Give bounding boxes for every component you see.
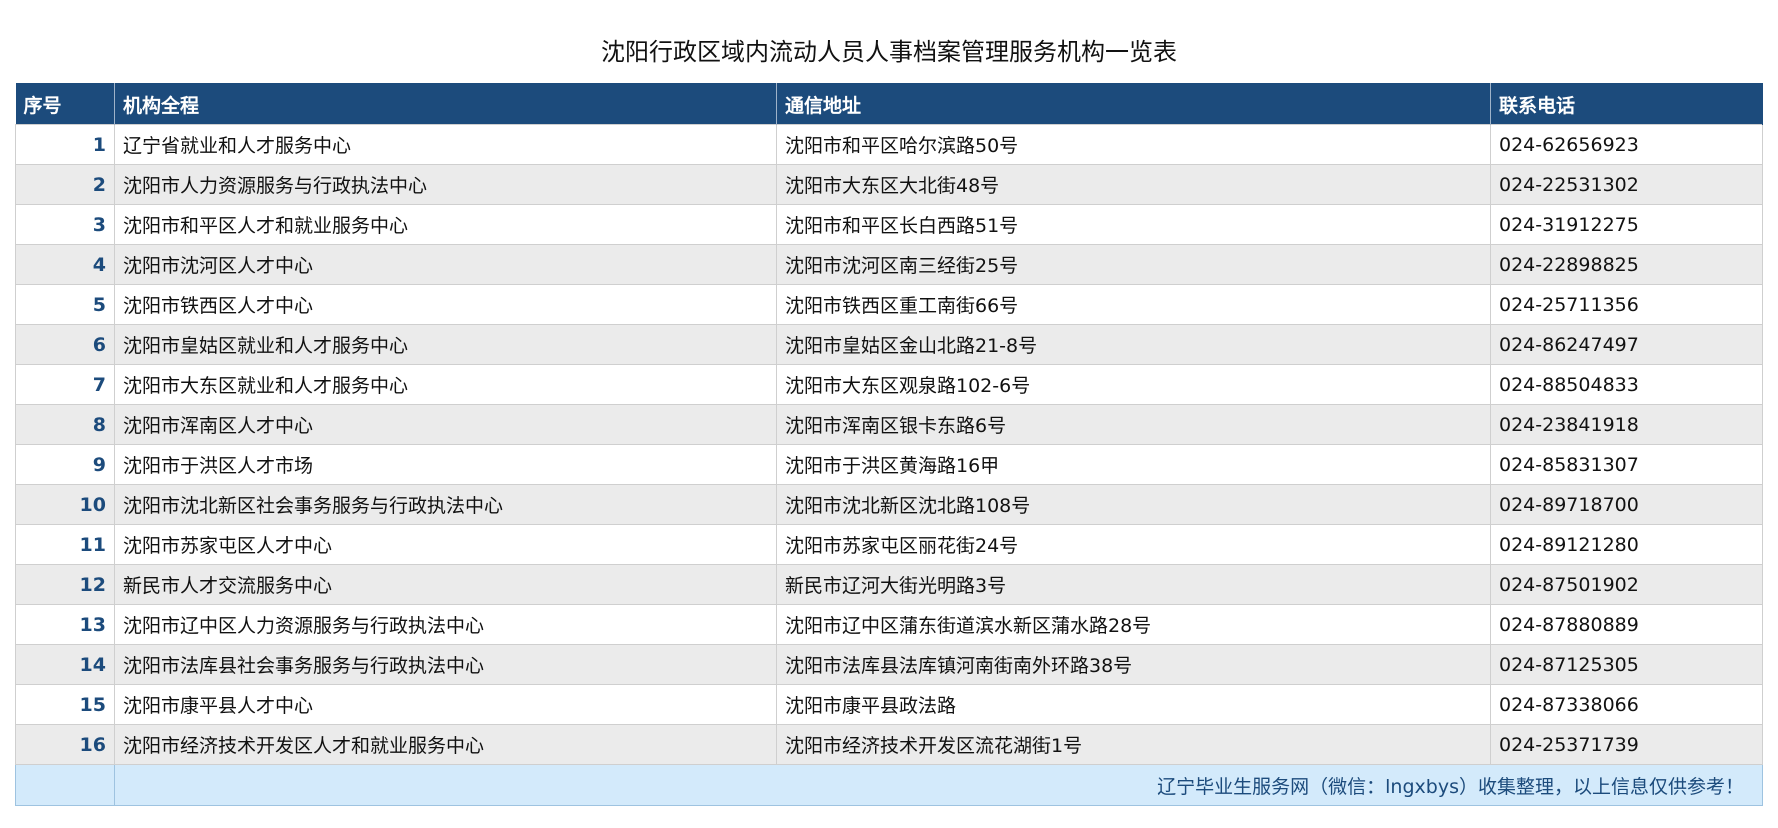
row-name: 沈阳市法库县社会事务服务与行政执法中心 [114,644,777,685]
table-row: 4 沈阳市沈河区人才中心 沈阳市沈河区南三经街25号 024-22898825 [15,244,1763,285]
row-index: 4 [15,244,115,285]
row-phone: 024-31912275 [1490,204,1763,245]
row-address: 沈阳市大东区大北街48号 [776,164,1491,205]
table-footer-row: 辽宁毕业生服务网（微信：lngxbys）收集整理，以上信息仅供参考！ [15,764,1763,806]
row-index: 12 [15,564,115,605]
page: 沈阳行政区域内流动人员人事档案管理服务机构一览表 序号 机构全程 通信地址 联系… [0,0,1778,828]
row-address: 沈阳市和平区哈尔滨路50号 [776,124,1491,165]
row-index: 7 [15,364,115,405]
row-phone: 024-87880889 [1490,604,1763,645]
row-address: 新民市辽河大街光明路3号 [776,564,1491,605]
row-phone: 024-87125305 [1490,644,1763,685]
table-body: 1 辽宁省就业和人才服务中心 沈阳市和平区哈尔滨路50号 024-62656923 2 沈… [15,124,1763,765]
table-row: 2 沈阳市人力资源服务与行政执法中心 沈阳市大东区大北街48号 024-2253130… [15,164,1763,205]
row-phone: 024-23841918 [1490,404,1763,445]
table-row: 12 新民市人才交流服务中心 新民市辽河大街光明路3号 024-87501902 [15,564,1763,605]
row-address: 沈阳市经济技术开发区流花湖街1号 [776,724,1491,765]
row-index: 13 [15,604,115,645]
table-row: 7 沈阳市大东区就业和人才服务中心 沈阳市大东区观泉路102-6号 024-88504… [15,364,1763,405]
row-address: 沈阳市皇姑区金山北路21-8号 [776,324,1491,365]
row-address: 沈阳市康平县政法路 [776,684,1491,725]
row-name: 沈阳市辽中区人力资源服务与行政执法中心 [114,604,777,645]
row-index: 9 [15,444,115,485]
row-address: 沈阳市苏家屯区丽花街24号 [776,524,1491,565]
row-index: 6 [15,324,115,365]
row-phone: 024-88504833 [1490,364,1763,405]
row-address: 沈阳市大东区观泉路102-6号 [776,364,1491,405]
row-phone: 024-22898825 [1490,244,1763,285]
row-address: 沈阳市沈北新区沈北路108号 [776,484,1491,525]
row-name: 沈阳市铁西区人才中心 [114,284,777,325]
row-name: 沈阳市浑南区人才中心 [114,404,777,445]
row-name: 沈阳市苏家屯区人才中心 [114,524,777,565]
row-phone: 024-25711356 [1490,284,1763,325]
row-phone: 024-85831307 [1490,444,1763,485]
footer-blank-cell [15,764,115,806]
table-row: 3 沈阳市和平区人才和就业服务中心 沈阳市和平区长白西路51号 024-3191227… [15,204,1763,245]
row-name: 沈阳市人力资源服务与行政执法中心 [114,164,777,205]
row-index: 15 [15,684,115,725]
row-address: 沈阳市铁西区重工南街66号 [776,284,1491,325]
table-row: 13 沈阳市辽中区人力资源服务与行政执法中心 沈阳市辽中区蒲东街道滨水新区蒲水路28… [15,604,1763,645]
row-name: 沈阳市皇姑区就业和人才服务中心 [114,324,777,365]
footer-note: 辽宁毕业生服务网（微信：lngxbys）收集整理，以上信息仅供参考！ [114,764,1763,806]
row-phone: 024-87501902 [1490,564,1763,605]
institution-table: 序号 机构全程 通信地址 联系电话 1 辽宁省就业和人才服务中心 沈阳市和平区哈尔滨… [15,83,1763,806]
row-name: 辽宁省就业和人才服务中心 [114,124,777,165]
row-index: 10 [15,484,115,525]
row-index: 2 [15,164,115,205]
table-row: 5 沈阳市铁西区人才中心 沈阳市铁西区重工南街66号 024-25711356 [15,284,1763,325]
table-row: 16 沈阳市经济技术开发区人才和就业服务中心 沈阳市经济技术开发区流花湖街1号 024… [15,724,1763,765]
row-name: 沈阳市大东区就业和人才服务中心 [114,364,777,405]
row-index: 8 [15,404,115,445]
table-row: 14 沈阳市法库县社会事务服务与行政执法中心 沈阳市法库县法库镇河南街南外环路38号… [15,644,1763,685]
table-row: 8 沈阳市浑南区人才中心 沈阳市浑南区银卡东路6号 024-23841918 [15,404,1763,445]
row-address: 沈阳市和平区长白西路51号 [776,204,1491,245]
page-title: 沈阳行政区域内流动人员人事档案管理服务机构一览表 [601,38,1177,66]
table-header-row: 序号 机构全程 通信地址 联系电话 [15,83,1763,125]
row-index: 3 [15,204,115,245]
row-name: 沈阳市经济技术开发区人才和就业服务中心 [114,724,777,765]
table-row: 6 沈阳市皇姑区就业和人才服务中心 沈阳市皇姑区金山北路21-8号 024-86247… [15,324,1763,365]
row-address: 沈阳市于洪区黄海路16甲 [776,444,1491,485]
header-name: 机构全程 [114,83,777,125]
header-index: 序号 [15,83,115,125]
row-index: 5 [15,284,115,325]
row-name: 沈阳市沈北新区社会事务服务与行政执法中心 [114,484,777,525]
row-phone: 024-89718700 [1490,484,1763,525]
row-phone: 024-87338066 [1490,684,1763,725]
row-address: 沈阳市法库县法库镇河南街南外环路38号 [776,644,1491,685]
row-phone: 024-62656923 [1490,124,1763,165]
row-name: 沈阳市沈河区人才中心 [114,244,777,285]
header-address: 通信地址 [776,83,1491,125]
row-index: 1 [15,124,115,165]
row-name: 沈阳市和平区人才和就业服务中心 [114,204,777,245]
row-name: 沈阳市康平县人才中心 [114,684,777,725]
row-index: 14 [15,644,115,685]
table-row: 10 沈阳市沈北新区社会事务服务与行政执法中心 沈阳市沈北新区沈北路108号 024-… [15,484,1763,525]
table-row: 15 沈阳市康平县人才中心 沈阳市康平县政法路 024-87338066 [15,684,1763,725]
row-index: 16 [15,724,115,765]
table-row: 9 沈阳市于洪区人才市场 沈阳市于洪区黄海路16甲 024-85831307 [15,444,1763,485]
row-phone: 024-89121280 [1490,524,1763,565]
row-name: 沈阳市于洪区人才市场 [114,444,777,485]
row-index: 11 [15,524,115,565]
row-address: 沈阳市沈河区南三经街25号 [776,244,1491,285]
row-phone: 024-86247497 [1490,324,1763,365]
row-address: 沈阳市浑南区银卡东路6号 [776,404,1491,445]
row-phone: 024-25371739 [1490,724,1763,765]
table-row: 11 沈阳市苏家屯区人才中心 沈阳市苏家屯区丽花街24号 024-89121280 [15,524,1763,565]
header-phone: 联系电话 [1490,83,1763,125]
row-address: 沈阳市辽中区蒲东街道滨水新区蒲水路28号 [776,604,1491,645]
row-name: 新民市人才交流服务中心 [114,564,777,605]
table-row: 1 辽宁省就业和人才服务中心 沈阳市和平区哈尔滨路50号 024-62656923 [15,124,1763,165]
row-phone: 024-22531302 [1490,164,1763,205]
